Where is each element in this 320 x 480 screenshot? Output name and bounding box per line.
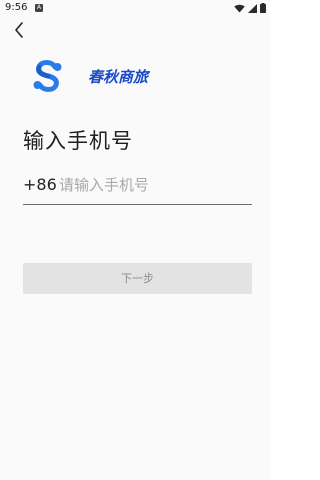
page-title: 输入手机号: [23, 129, 133, 153]
status-time: 9:56: [5, 2, 28, 13]
phone-input[interactable]: [59, 172, 249, 198]
next-button[interactable]: 下一步: [23, 263, 252, 294]
wifi-icon: [234, 4, 245, 12]
battery-icon: [260, 3, 266, 13]
chevron-left-icon: [15, 22, 23, 38]
status-bar: 9:56 A: [0, 0, 270, 18]
login-screen: 9:56 A 春秋商旅 输入手机号 +86 请输入手机号 下一步: [0, 0, 270, 480]
country-code[interactable]: +86: [23, 175, 57, 194]
brand-name: 春秋商旅: [88, 68, 149, 86]
back-button[interactable]: [10, 20, 30, 40]
s-logo-icon: [33, 60, 62, 92]
status-icons: [234, 2, 266, 14]
phone-field: +86: [23, 170, 252, 205]
brand-logo: [30, 58, 66, 94]
notification-icon: A: [35, 4, 43, 12]
signal-icon: [248, 3, 257, 13]
